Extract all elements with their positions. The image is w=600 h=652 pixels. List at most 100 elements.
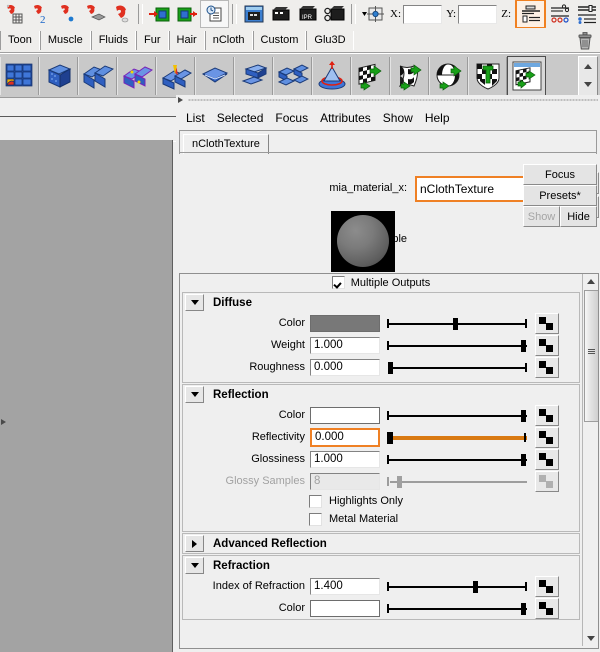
diffuse-roughness-slider[interactable] bbox=[387, 359, 527, 376]
ncloth-sphere-checker-icon[interactable] bbox=[429, 57, 468, 95]
shelf-tab-toon[interactable]: Toon bbox=[0, 31, 40, 50]
diffuse-color-map-button[interactable] bbox=[535, 312, 559, 334]
refraction-color-slider[interactable] bbox=[387, 600, 527, 617]
chevron-down-icon[interactable] bbox=[185, 386, 204, 403]
panel-expand-arrow-icon[interactable] bbox=[0, 418, 7, 426]
glossy-samples-input[interactable]: 8 bbox=[310, 472, 380, 490]
reflection-color-slider[interactable] bbox=[387, 407, 527, 424]
section-refraction-header[interactable]: Refraction bbox=[183, 556, 579, 575]
display-current-mesh-icon[interactable] bbox=[117, 57, 156, 95]
shelf-scroll-spinner[interactable] bbox=[578, 56, 598, 96]
glossiness-slider[interactable] bbox=[387, 451, 527, 468]
channel-box-icon[interactable] bbox=[573, 1, 600, 27]
tool-settings-icon[interactable] bbox=[546, 1, 573, 27]
diffuse-color-swatch[interactable] bbox=[310, 314, 380, 332]
shelf-tab-glu3d[interactable]: Glu3D bbox=[306, 31, 354, 50]
display-input-mesh-icon[interactable] bbox=[156, 57, 195, 95]
reflectivity-input[interactable]: 0.000 bbox=[310, 427, 380, 447]
create-ncloth-icon[interactable] bbox=[0, 57, 39, 95]
menu-item-show[interactable]: Show bbox=[377, 110, 419, 126]
ncloth-texture-checker-icon[interactable] bbox=[351, 57, 390, 95]
history-icon[interactable] bbox=[200, 0, 229, 28]
panel-divider-handle[interactable] bbox=[176, 95, 600, 105]
show-button[interactable]: Show bbox=[523, 206, 560, 227]
reflection-color-swatch[interactable] bbox=[310, 406, 380, 424]
transform-constraint-icon[interactable] bbox=[234, 57, 273, 95]
render-sequence-icon[interactable] bbox=[267, 1, 294, 27]
scroll-down-icon[interactable] bbox=[579, 75, 597, 93]
magnet-grid-icon[interactable] bbox=[0, 1, 27, 27]
y-coordinate-input[interactable] bbox=[458, 4, 498, 24]
render-settings-icon[interactable] bbox=[321, 1, 348, 27]
glossy-samples-map-button[interactable] bbox=[535, 470, 559, 492]
create-passive-collider-icon[interactable] bbox=[39, 57, 78, 95]
ncloth-cache-checker-icon[interactable] bbox=[390, 57, 429, 95]
diffuse-weight-slider[interactable] bbox=[387, 337, 527, 354]
menu-item-focus[interactable]: Focus bbox=[269, 110, 314, 126]
multiple-outputs-checkbox[interactable] bbox=[331, 276, 345, 289]
shelf-tab-hair[interactable]: Hair bbox=[168, 31, 205, 50]
make-live-in-icon[interactable] bbox=[146, 1, 173, 27]
chevron-down-icon[interactable] bbox=[185, 294, 204, 311]
index-of-refraction-map-button[interactable] bbox=[535, 575, 559, 597]
reflectivity-map-button[interactable] bbox=[535, 426, 559, 448]
viewport-canvas[interactable] bbox=[0, 140, 173, 652]
menu-item-list[interactable]: List bbox=[180, 110, 211, 126]
chevron-down-icon[interactable] bbox=[185, 557, 204, 574]
shelf-tab-ncloth[interactable]: nCloth bbox=[204, 31, 253, 50]
ipr-render-icon[interactable]: IPR bbox=[294, 1, 321, 27]
render-current-frame-icon[interactable] bbox=[240, 1, 267, 27]
component-to-component-icon[interactable] bbox=[273, 57, 312, 95]
magnet-point-icon[interactable] bbox=[54, 1, 81, 27]
magnet-curve-icon[interactable]: 2 bbox=[27, 1, 54, 27]
ncloth-shield-checker-icon[interactable] bbox=[468, 57, 507, 95]
metal-material-checkbox[interactable] bbox=[309, 512, 322, 526]
index-of-refraction-input[interactable]: 1.400 bbox=[310, 577, 380, 595]
focus-button[interactable]: Focus bbox=[523, 164, 597, 185]
magnet-projected-center-icon[interactable] bbox=[81, 1, 108, 27]
menu-item-help[interactable]: Help bbox=[419, 110, 456, 126]
refraction-color-map-button[interactable] bbox=[535, 597, 559, 619]
highlights-only-checkbox[interactable] bbox=[309, 494, 322, 508]
section-advanced-reflection-header[interactable]: Advanced Reflection bbox=[183, 534, 579, 553]
magnet-plane-icon[interactable] bbox=[108, 1, 135, 27]
make-live-out-icon[interactable] bbox=[173, 1, 200, 27]
scroll-thumb[interactable] bbox=[584, 290, 598, 422]
attribute-editor-icon[interactable] bbox=[515, 0, 546, 29]
diffuse-color-slider[interactable] bbox=[387, 315, 527, 332]
x-coordinate-input[interactable] bbox=[403, 4, 443, 24]
trash-can-icon[interactable] bbox=[576, 31, 594, 51]
coordinate-input-mode-icon[interactable] bbox=[359, 1, 386, 27]
hide-button[interactable]: Hide bbox=[560, 206, 597, 227]
shelf-tab-fur[interactable]: Fur bbox=[136, 31, 169, 50]
remove-ncloth-icon[interactable] bbox=[78, 57, 117, 95]
diffuse-roughness-map-button[interactable] bbox=[535, 356, 559, 378]
attribute-scrollbar[interactable] bbox=[582, 274, 598, 646]
scroll-up-icon[interactable] bbox=[579, 57, 597, 75]
glossy-samples-slider[interactable] bbox=[387, 473, 527, 490]
material-sample-swatch[interactable] bbox=[331, 211, 395, 272]
scroll-up-icon[interactable] bbox=[583, 274, 598, 289]
divider-collapse-arrow-icon[interactable] bbox=[177, 96, 185, 104]
diffuse-weight-map-button[interactable] bbox=[535, 334, 559, 356]
reflection-color-map-button[interactable] bbox=[535, 404, 559, 426]
point-to-surface-icon[interactable] bbox=[312, 57, 351, 95]
reflectivity-slider[interactable] bbox=[387, 429, 527, 446]
diffuse-weight-input[interactable]: 1.000 bbox=[310, 336, 380, 354]
ncloth-window-checker-icon[interactable] bbox=[507, 56, 546, 96]
menu-item-selected[interactable]: Selected bbox=[211, 110, 270, 126]
create-ncloth-constraint-icon[interactable] bbox=[195, 57, 234, 95]
section-reflection-header[interactable]: Reflection bbox=[183, 385, 579, 404]
shelf-tab-muscle[interactable]: Muscle bbox=[39, 31, 91, 50]
diffuse-roughness-input[interactable]: 0.000 bbox=[310, 358, 380, 376]
shelf-tab-fluids[interactable]: Fluids bbox=[90, 31, 137, 50]
index-of-refraction-slider[interactable] bbox=[387, 578, 527, 595]
scroll-down-icon[interactable] bbox=[583, 631, 598, 646]
section-diffuse-header[interactable]: Diffuse bbox=[183, 293, 579, 312]
chevron-right-icon[interactable] bbox=[185, 535, 204, 552]
glossiness-input[interactable]: 1.000 bbox=[310, 450, 380, 468]
menu-item-attributes[interactable]: Attributes bbox=[314, 110, 377, 126]
shelf-tab-custom[interactable]: Custom bbox=[252, 31, 307, 50]
presets-button[interactable]: Presets* bbox=[523, 185, 597, 206]
glossiness-map-button[interactable] bbox=[535, 448, 559, 470]
